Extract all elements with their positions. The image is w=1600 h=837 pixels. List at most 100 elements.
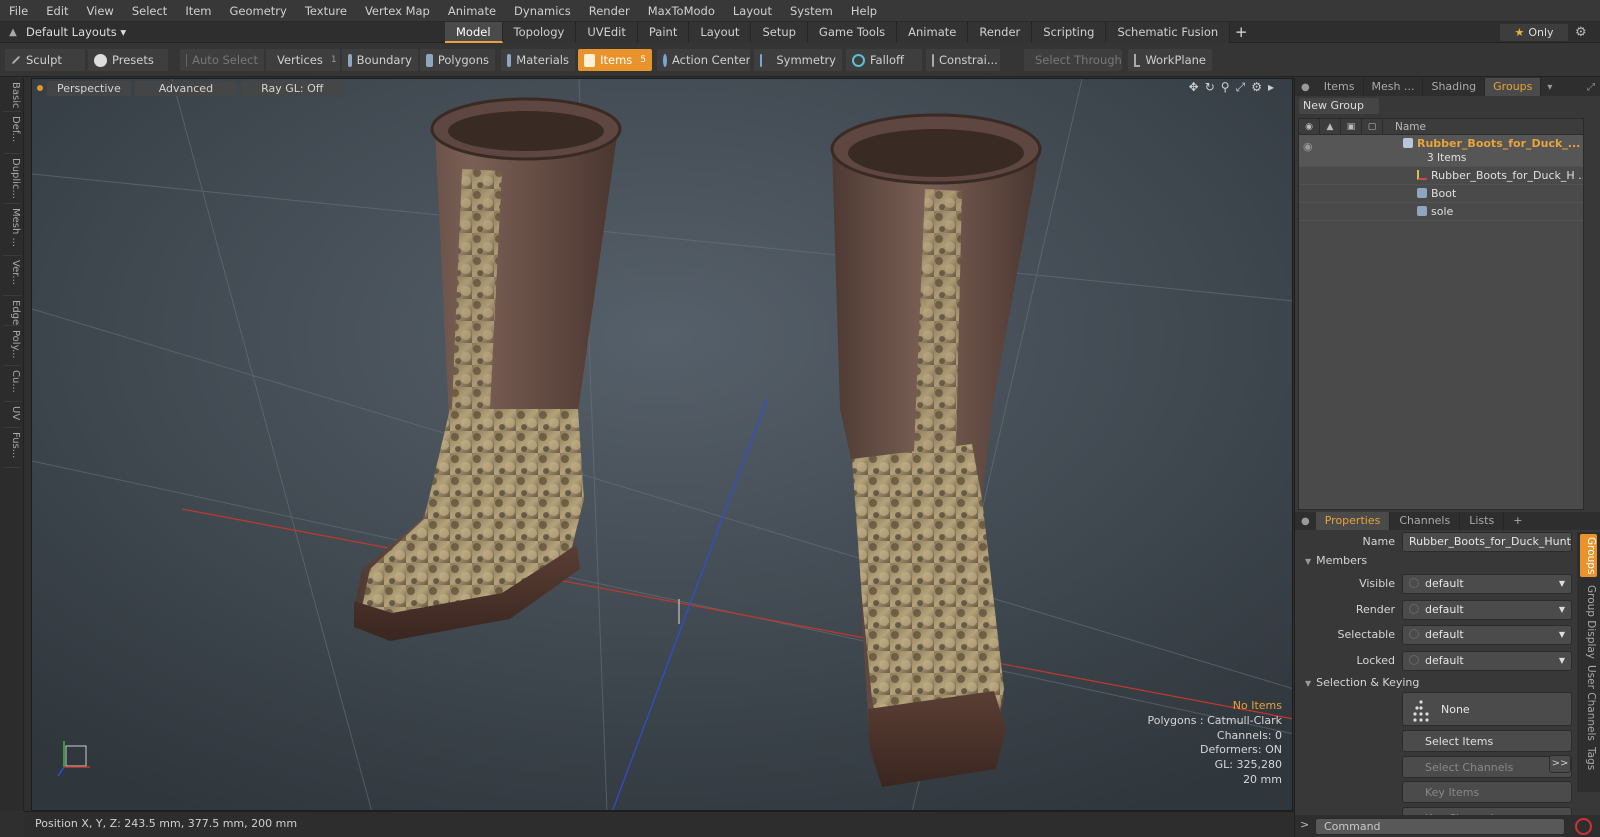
menu-item-item[interactable]: Item — [176, 4, 220, 18]
layout-tab-uvedit[interactable]: UVEdit — [576, 22, 638, 43]
tab-groups[interactable]: Groups — [1485, 78, 1542, 96]
layout-tab-paint[interactable]: Paint — [637, 22, 690, 43]
side-tab-groups[interactable]: Groups — [1580, 534, 1597, 578]
left-tab-4[interactable]: Ver... — [3, 258, 21, 296]
side-tab-user-channels[interactable]: User Channels — [1580, 662, 1597, 744]
list-item[interactable]: Boot — [1299, 185, 1583, 203]
layout-dropdown[interactable]: Default Layouts ▾ — [26, 25, 131, 39]
auto-select-button[interactable]: Auto Select — [180, 49, 264, 71]
symmetry-button[interactable]: Symmetry — [754, 49, 842, 71]
locked-dropdown[interactable]: default ▼ — [1402, 651, 1572, 671]
layout-tab-scripting[interactable]: Scripting — [1032, 22, 1107, 43]
vertices-button[interactable]: Vertices 1 — [266, 49, 340, 71]
side-tab-group-display[interactable]: Group Display — [1580, 582, 1597, 662]
render-column-icon[interactable]: ▣ — [1341, 119, 1362, 135]
eye-icon[interactable]: ◉ — [1303, 140, 1313, 153]
members-section[interactable]: ▼ Members — [1305, 553, 1367, 569]
layout-arrow-icon[interactable]: ▲ — [0, 27, 26, 38]
select-column-icon[interactable]: ▢ — [1362, 119, 1383, 135]
panel-corner-icon[interactable]: ● — [1295, 82, 1316, 93]
layout-tab-game-tools[interactable]: Game Tools — [807, 22, 898, 43]
side-tab-tags[interactable]: Tags — [1580, 744, 1597, 773]
falloff-button[interactable]: Falloff — [846, 49, 922, 71]
gear-icon[interactable]: ⚙ — [1575, 22, 1587, 43]
tab-items[interactable]: Items — [1316, 78, 1364, 96]
layout-tab-model[interactable]: Model — [445, 22, 503, 43]
menu-item-help[interactable]: Help — [842, 4, 886, 18]
items-button[interactable]: Items 5 — [578, 49, 652, 71]
action-center-button[interactable]: Action Center — [657, 49, 750, 71]
left-tab-8[interactable]: UV — [3, 404, 21, 428]
select-channels-button[interactable]: Select Channels — [1402, 756, 1572, 778]
menu-item-texture[interactable]: Texture — [296, 4, 356, 18]
expand-arrow-icon[interactable]: ▸ — [1268, 80, 1274, 95]
tab-lists[interactable]: Lists — [1460, 512, 1505, 530]
presets-button[interactable]: Presets — [88, 49, 168, 71]
key-items-button[interactable]: Key Items — [1402, 781, 1572, 803]
menu-item-edit[interactable]: Edit — [37, 4, 77, 18]
left-tab-1[interactable]: Def... — [3, 114, 21, 154]
constraints-button[interactable]: Constrai... — [926, 49, 1000, 71]
menu-item-maxtomodo[interactable]: MaxToModo — [639, 4, 724, 18]
more-button[interactable]: >> — [1549, 755, 1571, 773]
boundary-button[interactable]: Boundary — [342, 49, 418, 71]
command-input[interactable]: Command — [1315, 818, 1565, 835]
menu-item-dynamics[interactable]: Dynamics — [505, 4, 580, 18]
selection-keying-section[interactable]: ▼ Selection & Keying — [1305, 675, 1419, 691]
layout-tab-schematic-fusion[interactable]: Schematic Fusion — [1106, 22, 1231, 43]
menu-item-select[interactable]: Select — [123, 4, 176, 18]
tabs-dropdown-icon[interactable]: ▾ — [1541, 82, 1558, 93]
list-item[interactable]: sole — [1299, 203, 1583, 221]
polygons-button[interactable]: Polygons — [420, 49, 495, 71]
layout-tab-topology[interactable]: Topology — [502, 22, 577, 43]
pan-icon[interactable]: ✥ — [1189, 80, 1199, 95]
menu-item-render[interactable]: Render — [580, 4, 639, 18]
menu-item-layout[interactable]: Layout — [724, 4, 781, 18]
list-item[interactable]: Rubber_Boots_for_Duck_H ... — [1299, 167, 1583, 185]
lock-column-icon[interactable]: ▲ — [1320, 119, 1341, 135]
visible-dropdown[interactable]: default ▼ — [1402, 574, 1572, 594]
menu-item-system[interactable]: System — [781, 4, 842, 18]
left-tab-5[interactable]: Edge — [3, 298, 21, 326]
menu-item-vertex-map[interactable]: Vertex Map — [356, 4, 439, 18]
selectable-dropdown[interactable]: default ▼ — [1402, 625, 1572, 645]
visibility-column-icon[interactable]: ◉ — [1299, 119, 1320, 135]
tab-channels[interactable]: Channels — [1390, 512, 1461, 530]
add-layout-icon[interactable]: + — [1230, 22, 1252, 43]
viewport-menu-dot[interactable] — [37, 85, 43, 91]
only-button[interactable]: ★ Only — [1500, 24, 1568, 41]
menu-item-animate[interactable]: Animate — [439, 4, 505, 18]
name-field[interactable]: Rubber_Boots_for_Duck_Hunting — [1402, 532, 1572, 552]
left-tab-6[interactable]: Poly... — [3, 328, 21, 366]
left-tab-3[interactable]: Mesh ... — [3, 206, 21, 256]
panel-corner-icon[interactable]: ● — [1295, 516, 1316, 527]
maximize-icon[interactable]: ⤢ — [1581, 82, 1600, 93]
raygl-button[interactable]: Ray GL: Off — [241, 80, 344, 96]
none-button[interactable]: None — [1402, 692, 1572, 726]
select-items-button[interactable]: Select Items — [1402, 730, 1572, 752]
shading-mode-button[interactable]: Advanced — [134, 80, 238, 96]
layout-tab-animate[interactable]: Animate — [897, 22, 969, 43]
menu-item-file[interactable]: File — [0, 4, 37, 18]
tab-properties[interactable]: Properties — [1315, 512, 1391, 530]
layout-tab-setup[interactable]: Setup — [751, 22, 808, 43]
left-tab-9[interactable]: Fus... — [3, 430, 21, 468]
sculpt-button[interactable]: Sculpt — [5, 49, 85, 71]
add-tab-icon[interactable]: + — [1504, 512, 1531, 530]
rotate-icon[interactable]: ↻ — [1205, 80, 1215, 95]
viewport-gear-icon[interactable]: ⚙ — [1251, 80, 1262, 95]
fit-icon[interactable]: ⤢ — [1236, 80, 1246, 95]
workplane-button[interactable]: WorkPlane — [1128, 49, 1212, 71]
layout-tab-render[interactable]: Render — [968, 22, 1033, 43]
left-tab-0[interactable]: Basic — [3, 80, 21, 112]
tab-mesh[interactable]: Mesh ... — [1364, 78, 1424, 96]
menu-item-geometry[interactable]: Geometry — [221, 4, 296, 18]
layout-tab-layout[interactable]: Layout — [689, 22, 752, 43]
render-dropdown[interactable]: default ▼ — [1402, 600, 1572, 620]
viewport-scene[interactable] — [32, 79, 1293, 811]
3d-viewport[interactable]: Perspective Advanced Ray GL: Off ✥ ↻ ⚲ ⤢… — [31, 78, 1293, 811]
view-mode-button[interactable]: Perspective — [47, 80, 131, 96]
record-icon[interactable] — [1575, 818, 1592, 835]
left-tab-7[interactable]: Cu... — [3, 368, 21, 402]
group-row[interactable]: ◉ Rubber_Boots_for_Duck_... 3 Items — [1299, 135, 1583, 167]
